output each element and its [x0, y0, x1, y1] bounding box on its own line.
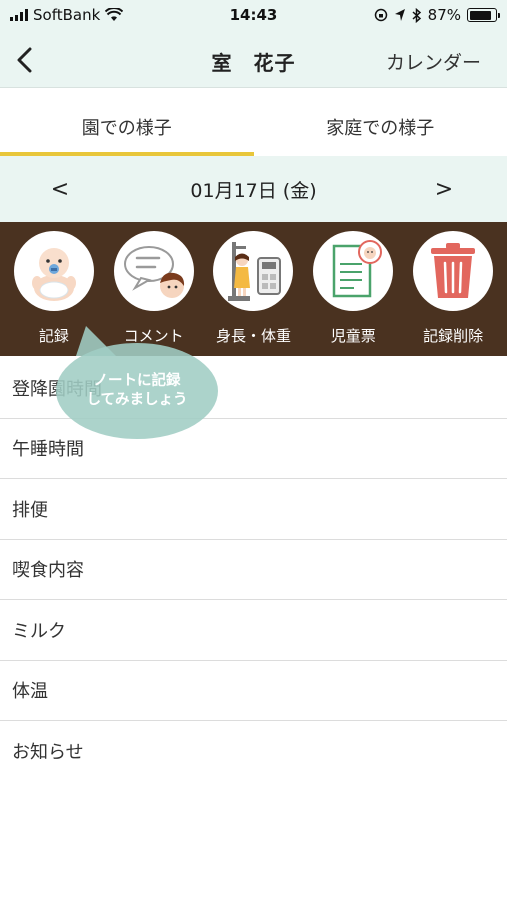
tooltip-line-1: ノートに記録: [93, 373, 181, 389]
action-record-label: 記録: [38, 327, 69, 345]
child-record-icon: [313, 231, 394, 311]
tooltip-bubble[interactable]: ノートに記録 してみましょう: [56, 343, 218, 439]
menu-item-milk[interactable]: ミルク: [0, 600, 507, 661]
action-child-record[interactable]: 児童票: [305, 222, 401, 356]
action-child-record-label: 児童票: [330, 327, 376, 345]
tab-school[interactable]: 園での様子: [0, 88, 254, 156]
menu-item-temperature[interactable]: 体温: [0, 661, 507, 721]
trash-icon: [413, 231, 494, 311]
calendar-button[interactable]: カレンダー: [386, 48, 481, 75]
menu-item-notice[interactable]: お知らせ: [0, 721, 507, 782]
nav-bar: 室 花子 カレンダー: [0, 32, 507, 88]
action-height-weight-label: 身長・体重: [215, 327, 291, 345]
comment-icon: [113, 231, 194, 311]
height-weight-icon: [213, 231, 294, 311]
action-comment[interactable]: コメント: [106, 222, 202, 356]
action-delete-record[interactable]: 記録削除: [405, 222, 501, 356]
tooltip-line-2: してみましょう: [86, 392, 188, 408]
next-date-button[interactable]: >: [429, 174, 459, 204]
baby-icon: [13, 231, 94, 311]
date-navigator: < 01月17日 (金) >: [0, 156, 507, 222]
tab-bar: 園での様子 家庭での様子: [0, 88, 507, 156]
battery-percent: 87%: [427, 6, 461, 24]
menu-item-nap-time[interactable]: 午睡時間: [0, 419, 507, 479]
rotation-lock-icon: [374, 8, 387, 22]
tab-home[interactable]: 家庭での様子: [254, 88, 507, 156]
menu-item-bowel[interactable]: 排便: [0, 479, 507, 540]
battery-icon: [467, 8, 500, 22]
status-right: 87%: [374, 6, 500, 24]
location-icon: [394, 9, 405, 21]
battery-fill: [469, 10, 492, 20]
menu-item-meal[interactable]: 喫食内容: [0, 540, 507, 600]
action-height-weight[interactable]: 身長・体重: [205, 222, 301, 356]
bluetooth-icon: [412, 7, 421, 23]
action-delete-record-label: 記録削除: [423, 327, 484, 345]
status-bar: SoftBank 14:43 87%: [0, 0, 507, 32]
